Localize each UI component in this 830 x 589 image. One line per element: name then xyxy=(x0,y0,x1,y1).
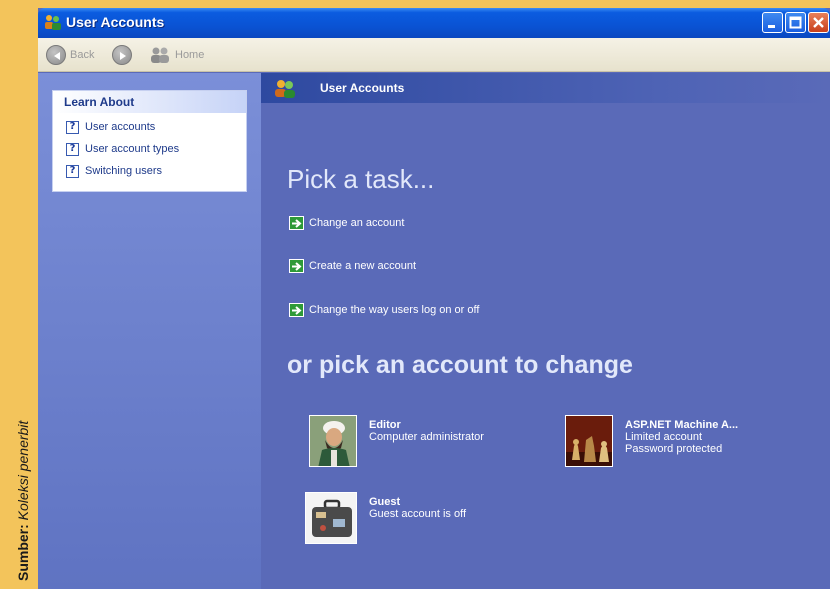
help-icon: ? xyxy=(66,120,79,134)
learn-about-header: Learn About xyxy=(53,91,246,113)
help-icon: ? xyxy=(66,164,79,178)
users-app-icon xyxy=(45,15,61,30)
account-status: Guest account is off xyxy=(369,508,467,520)
account-name: Editor xyxy=(369,419,401,431)
maximize-button[interactable] xyxy=(785,12,806,33)
title-bar[interactable]: User Accounts xyxy=(38,8,830,38)
close-icon xyxy=(813,17,824,28)
learn-item-user-accounts[interactable]: ? User accounts xyxy=(53,116,246,138)
account-type: Computer administrator xyxy=(369,431,484,443)
back-label: Back xyxy=(70,49,95,61)
pick-task-heading: Pick a task... xyxy=(287,164,435,194)
pick-account-heading: or pick an account to change xyxy=(287,351,633,379)
account-editor[interactable]: Editor Computer administrator xyxy=(309,415,484,467)
learn-link-label: Switching users xyxy=(85,165,163,177)
task-label: Change an account xyxy=(309,217,405,229)
main-header-title: User Accounts xyxy=(320,81,405,95)
green-arrow-icon xyxy=(289,259,304,273)
main-header-bar: User Accounts xyxy=(261,73,830,103)
back-button[interactable]: Back xyxy=(46,45,94,65)
navigation-toolbar: Back Home xyxy=(38,38,830,72)
minimize-button[interactable] xyxy=(762,12,783,33)
learn-about-panel: Learn About ? User accounts ? User accou… xyxy=(52,90,247,192)
caption-strip: Sumber: Koleksi penerbit xyxy=(0,0,38,589)
learn-item-switching-users[interactable]: ? Switching users xyxy=(53,160,246,182)
minimize-icon xyxy=(768,25,775,28)
task-create-account[interactable]: Create a new account xyxy=(289,259,416,273)
green-arrow-icon xyxy=(289,303,304,317)
back-arrow-icon xyxy=(46,45,66,65)
main-content: User Accounts Pick a task... Change an a… xyxy=(261,73,830,589)
caption-italic: Koleksi penerbit xyxy=(15,420,31,521)
green-arrow-icon xyxy=(289,216,304,230)
task-label: Change the way users log on or off xyxy=(309,304,480,316)
help-icon: ? xyxy=(66,142,79,156)
home-users-icon xyxy=(151,47,169,63)
learn-link-label: User accounts xyxy=(85,121,156,133)
home-label: Home xyxy=(175,49,205,61)
window-title: User Accounts xyxy=(66,14,165,30)
close-button[interactable] xyxy=(808,12,829,33)
home-button[interactable]: Home xyxy=(149,45,204,65)
task-change-account[interactable]: Change an account xyxy=(289,216,404,230)
account-guest[interactable]: Guest Guest account is off xyxy=(305,492,466,544)
chess-avatar xyxy=(565,415,613,467)
learn-link-label: User account types xyxy=(85,143,180,155)
account-status: Password protected xyxy=(625,443,723,455)
account-name: Guest xyxy=(369,496,401,508)
suitcase-avatar xyxy=(305,492,357,544)
source-caption: Sumber: Koleksi penerbit xyxy=(15,421,31,581)
editor-avatar xyxy=(309,415,357,467)
forward-arrow-icon xyxy=(112,45,132,65)
user-accounts-window: User Accounts Back Home Learn About ? Us… xyxy=(38,8,830,589)
user-accounts-icon xyxy=(275,80,295,98)
account-type: Limited account xyxy=(625,431,703,443)
account-name: ASP.NET Machine A... xyxy=(625,419,739,431)
maximize-icon xyxy=(789,16,802,29)
account-aspnet[interactable]: ASP.NET Machine A... Limited account Pas… xyxy=(565,415,738,467)
caption-bold: Sumber: xyxy=(15,524,31,581)
left-task-pane: Learn About ? User accounts ? User accou… xyxy=(38,73,261,589)
task-change-logon[interactable]: Change the way users log on or off xyxy=(289,303,479,317)
learn-item-user-account-types[interactable]: ? User account types xyxy=(53,138,246,160)
forward-button[interactable] xyxy=(112,45,132,65)
task-label: Create a new account xyxy=(309,260,417,272)
